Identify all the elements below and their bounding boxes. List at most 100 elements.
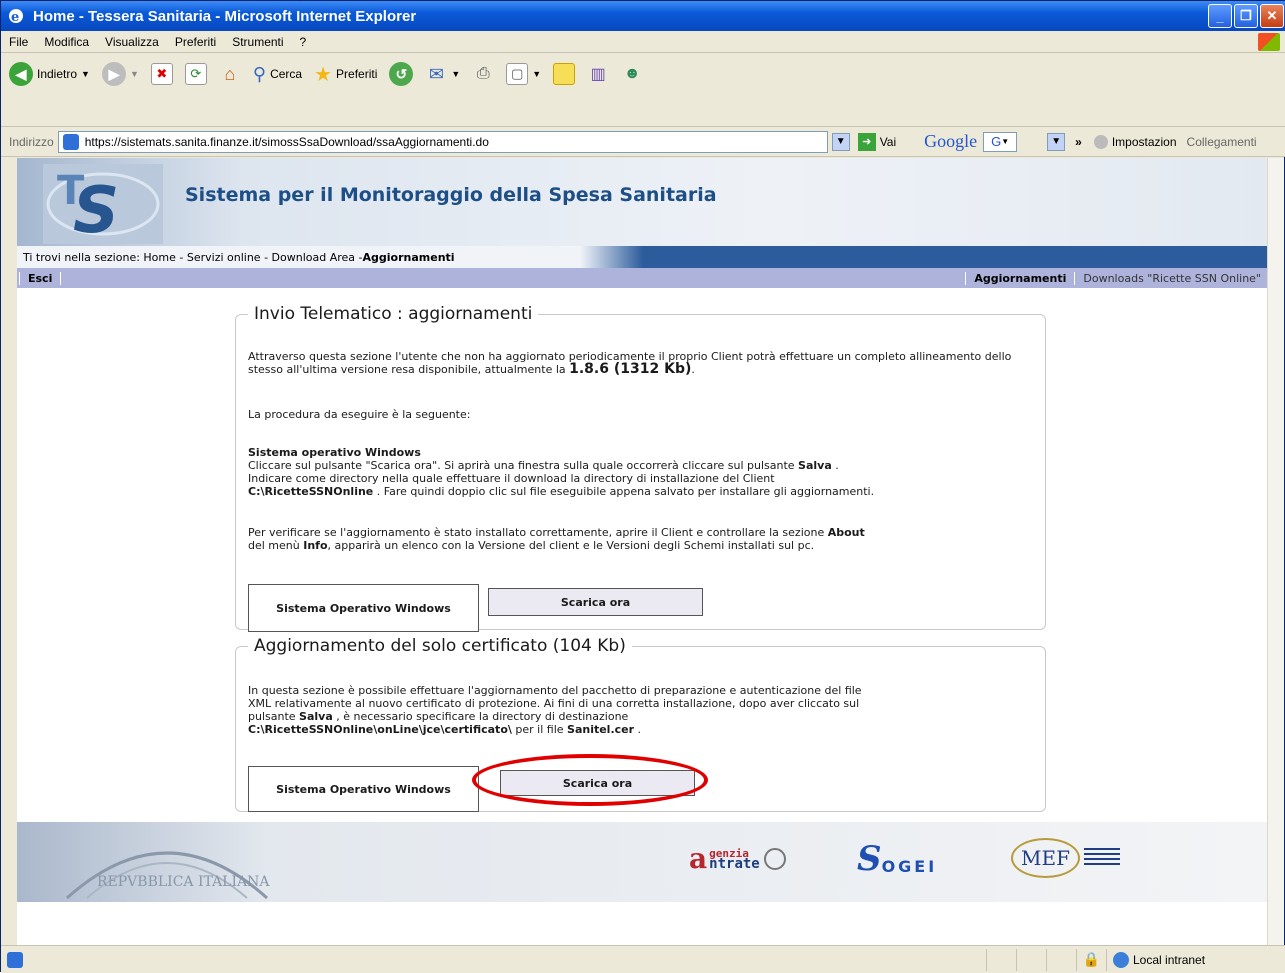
notes-button[interactable]	[553, 63, 576, 85]
google-toolbar-logo: Google	[924, 131, 978, 151]
favorites-label: Preferiti	[336, 67, 378, 81]
page-icon	[62, 133, 79, 150]
cert-path: C:\RicetteSSNOnline\onLine\jce\certifica…	[248, 723, 512, 736]
mef-logo: MEF	[1011, 838, 1120, 878]
mef-caption-icon	[1083, 848, 1120, 868]
nav-bar: Esci Aggiornamenti Downloads "Ricette SS…	[17, 268, 1269, 288]
intranet-icon	[1113, 951, 1129, 968]
menu-bar: File Modifica Visualizza Preferiti Strum…	[1, 31, 1285, 53]
status-bar: 🔒 Local intranet	[1, 945, 1285, 973]
settings-button[interactable]: Impostazion	[1112, 135, 1177, 149]
history-button[interactable]: ↺	[389, 62, 414, 86]
zone-indicator: Local intranet	[1106, 948, 1285, 971]
step-a-bold: Salva	[798, 459, 832, 472]
favorites-button[interactable]: ★ Preferiti	[314, 62, 377, 87]
menu-edit[interactable]: Modifica	[36, 35, 97, 49]
address-input[interactable]: https://sistemats.sanita.finanze.it/simo…	[57, 130, 828, 153]
vertical-scrollbar[interactable]	[1267, 158, 1284, 945]
research-button[interactable]: ▥	[587, 63, 609, 85]
title-bar: e Home - Tessera Sanitaria - Microsoft I…	[1, 1, 1285, 31]
breadcrumb-current: Aggiornamenti	[362, 250, 455, 264]
chevron-down-icon: ▼	[81, 69, 90, 79]
address-label: Indirizzo	[9, 134, 54, 149]
verify-info: Info	[303, 539, 328, 552]
certificate-section: Aggiornamento del solo certificato (104 …	[235, 636, 1046, 812]
ts-logo-icon: S T	[43, 164, 163, 244]
chevron-down-icon: ▼	[532, 69, 542, 79]
messenger-button[interactable]: ☻	[621, 63, 643, 85]
stop-button[interactable]: ✖	[150, 63, 173, 85]
breadcrumb-path: Ti trovi nella sezione: Home - Servizi o…	[23, 250, 363, 264]
mail-button[interactable]: ✉ ▼	[425, 63, 460, 85]
menu-tools[interactable]: Strumenti	[224, 35, 291, 49]
verify-a: Per verificare se l'aggiornamento è stat…	[248, 526, 828, 539]
menu-favorites[interactable]: Preferiti	[167, 35, 224, 49]
address-bar: Indirizzo https://sistemats.sanita.finan…	[1, 127, 1285, 157]
nav-downloads-link[interactable]: Downloads "Ricette SSN Online"	[1074, 271, 1269, 285]
step-b: Indicare come directory nella quale effe…	[248, 472, 775, 485]
books-icon: ▥	[590, 66, 606, 83]
address-url: https://sistemats.sanita.finanze.it/simo…	[84, 134, 489, 149]
breadcrumb: Ti trovi nella sezione: Home - Servizi o…	[17, 246, 1269, 268]
lock-icon: 🔒	[1082, 951, 1101, 967]
menu-help[interactable]: ?	[292, 35, 315, 49]
home-icon: ⌂	[224, 63, 236, 84]
cert-line-3a: pulsante	[248, 710, 300, 723]
agenzia-bottom: ntrate	[709, 855, 760, 872]
site-banner: S T Sistema per il Monitoraggio della Sp…	[17, 158, 1269, 246]
google-dropdown-button[interactable]: ▼	[1047, 132, 1066, 151]
certificate-section-title: Aggiornamento del solo certificato (104 …	[254, 636, 626, 656]
google-search-button[interactable]: G ▼	[983, 131, 1018, 152]
os-label-box: Sistema Operativo Windows	[248, 766, 479, 812]
menu-view[interactable]: Visualizza	[97, 35, 167, 49]
refresh-button[interactable]: ⟳	[184, 63, 207, 85]
address-dropdown-button[interactable]: ▼	[831, 132, 850, 151]
step-c-bold: C:\RicetteSSNOnline	[248, 485, 374, 498]
status-segment: 🔒	[1076, 948, 1106, 971]
windows-instructions: Sistema operativo Windows Cliccare sul p…	[248, 446, 1038, 498]
highlight-circle	[472, 754, 708, 806]
forward-arrow-icon: ▶	[101, 62, 126, 86]
version-text: 1.8.6 (1312 Kb)	[569, 361, 692, 377]
restore-button[interactable]: ❐	[1234, 4, 1258, 28]
exit-link[interactable]: Esci	[19, 271, 62, 285]
google-g-label: G	[991, 134, 1002, 149]
stop-icon: ✖	[150, 63, 173, 85]
verify-b: del menù	[248, 539, 304, 552]
sogei-text: OGEI	[881, 857, 938, 876]
step-a: Cliccare sul pulsante "Scarica ora". Si …	[248, 459, 799, 472]
zone-label: Local intranet	[1133, 952, 1206, 967]
go-label: Vai	[879, 134, 897, 149]
seal-text: REPVBBLICA ITALIANA	[97, 874, 270, 890]
search-button[interactable]: ⚲ Cerca	[253, 64, 302, 85]
toolbar-chevron[interactable]: »	[1075, 135, 1082, 149]
go-button[interactable]: ➜ Vai	[857, 132, 897, 151]
print-button[interactable]: ⎙	[472, 63, 494, 85]
download-client-button[interactable]: Scarica ora	[488, 588, 703, 616]
go-arrow-icon: ➜	[857, 132, 876, 151]
settings-icon	[1093, 134, 1108, 149]
status-segment	[986, 948, 1016, 971]
svg-text:T: T	[57, 168, 85, 214]
close-button[interactable]: ✕	[1260, 4, 1284, 28]
back-button[interactable]: ◀ Indietro ▼	[9, 62, 90, 86]
search-icon: ⚲	[252, 63, 267, 84]
page-status-icon	[7, 951, 23, 968]
chevron-down-icon: ▼	[129, 69, 139, 79]
nav-updates-link[interactable]: Aggiornamenti	[965, 271, 1074, 285]
forward-button[interactable]: ▶ ▼	[101, 62, 139, 86]
site-footer: REPVBBLICA ITALIANA a genzia ntrate S OG…	[17, 822, 1269, 902]
web-page: S T Sistema per il Monitoraggio della Sp…	[17, 158, 1269, 945]
home-button[interactable]: ⌂	[219, 63, 241, 85]
star-icon: ★	[314, 63, 333, 86]
minimize-button[interactable]: _	[1208, 4, 1232, 28]
step-c: . Fare quindi doppio clic sul file esegu…	[373, 485, 875, 498]
search-label: Cerca	[270, 67, 303, 81]
edit-button[interactable]: ▢ ▼	[506, 63, 541, 85]
verify-about: About	[827, 526, 865, 539]
cert-line-3-bold: Salva	[299, 710, 333, 723]
notes-icon	[553, 63, 576, 85]
back-arrow-icon: ◀	[9, 62, 33, 86]
links-button[interactable]: Collegamenti	[1187, 135, 1257, 149]
menu-file[interactable]: File	[1, 35, 36, 49]
